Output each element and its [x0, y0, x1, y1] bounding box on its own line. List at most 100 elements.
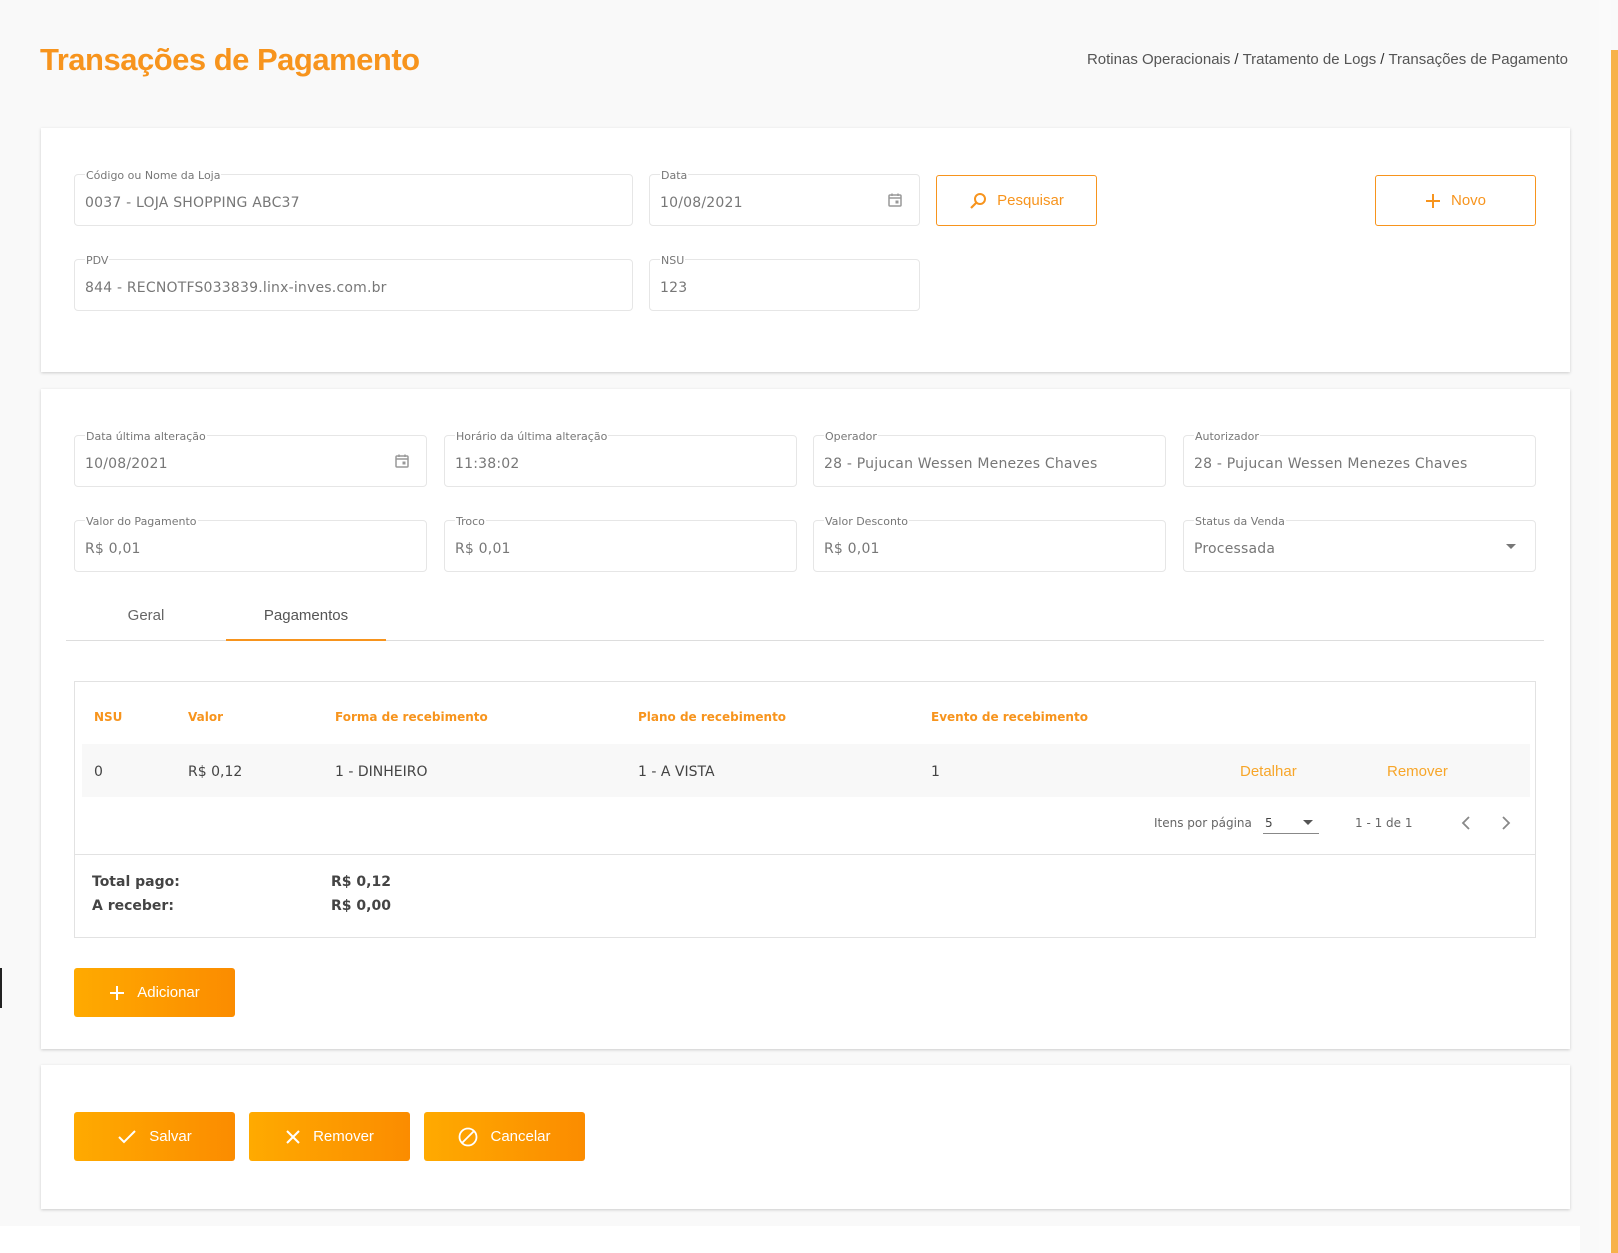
chevron-right-icon	[1502, 816, 1511, 830]
loja-label: Código ou Nome da Loja	[85, 169, 222, 182]
calendar-icon[interactable]	[394, 453, 410, 469]
valor-desconto-field[interactable]: Valor Desconto R$ 0,01	[813, 515, 1166, 572]
operador-field[interactable]: Operador 28 - Pujucan Wessen Menezes Cha…	[813, 430, 1166, 487]
cancel-icon	[459, 1127, 478, 1146]
salvar-label: Salvar	[149, 1128, 192, 1145]
left-edge-marker	[0, 968, 2, 1008]
pagamentos-table: NSU Valor Forma de recebimento Plano de …	[74, 681, 1536, 938]
pesquisar-button[interactable]: Pesquisar	[936, 175, 1097, 226]
tab-pagamentos[interactable]: Pagamentos	[226, 601, 386, 641]
table-row: 0 R$ 0,12 1 - DINHEIRO 1 - A VISTA 1 Det…	[82, 744, 1530, 797]
close-icon	[286, 1129, 300, 1144]
calendar-icon[interactable]	[887, 192, 903, 208]
items-per-page-label: Itens por página	[1154, 816, 1252, 830]
salvar-button[interactable]: Salvar	[74, 1112, 235, 1161]
breadcrumb-item-logs[interactable]: Tratamento de Logs	[1243, 51, 1377, 68]
operador-value: 28 - Pujucan Wessen Menezes Chaves	[824, 456, 1098, 472]
autorizador-value: 28 - Pujucan Wessen Menezes Chaves	[1194, 456, 1468, 472]
adicionar-button[interactable]: Adicionar	[74, 968, 235, 1017]
tab-geral[interactable]: Geral	[66, 601, 226, 641]
autorizador-field[interactable]: Autorizador 28 - Pujucan Wessen Menezes …	[1183, 430, 1536, 487]
cell-plano: 1 - A VISTA	[638, 764, 715, 780]
previous-page-button[interactable]	[1453, 810, 1479, 836]
cell-forma: 1 - DINHEIRO	[335, 764, 428, 780]
horario-alteracao-field[interactable]: Horário da última alteração 11:38:02	[444, 430, 797, 487]
tabs-bar: Geral Pagamentos	[66, 601, 1544, 641]
troco-field[interactable]: Troco R$ 0,01	[444, 515, 797, 572]
actions-card: Salvar Remover Cancelar	[41, 1065, 1570, 1209]
a-receber-label: A receber:	[92, 898, 174, 914]
nsu-field[interactable]: NSU 123	[649, 254, 920, 311]
nsu-value: 123	[660, 280, 688, 296]
valor-pagamento-field[interactable]: Valor do Pagamento R$ 0,01	[74, 515, 427, 572]
a-receber-value: R$ 0,00	[331, 898, 391, 914]
valor-desconto-label: Valor Desconto	[824, 515, 909, 528]
pdv-label: PDV	[85, 254, 110, 267]
data-alteracao-value: 10/08/2021	[85, 456, 168, 472]
cancelar-label: Cancelar	[490, 1128, 551, 1145]
chevron-down-icon	[1303, 820, 1313, 825]
chevron-left-icon	[1461, 816, 1470, 830]
autorizador-label: Autorizador	[1194, 430, 1260, 443]
pesquisar-label: Pesquisar	[997, 192, 1064, 209]
detalhar-link[interactable]: Detalhar	[1240, 763, 1297, 780]
novo-button[interactable]: Novo	[1375, 175, 1536, 226]
scrollbar-track[interactable]	[1599, 0, 1611, 1253]
pdv-value: 844 - RECNOTFS033839.linx-inves.com.br	[85, 280, 387, 296]
detail-card: Data última alteração 10/08/2021 Horário…	[41, 389, 1570, 1049]
horario-alteracao-label: Horário da última alteração	[455, 430, 609, 443]
page-footer-strip	[0, 1226, 1580, 1253]
pagination-range: 1 - 1 de 1	[1355, 816, 1413, 830]
nsu-label: NSU	[660, 254, 686, 267]
column-header-evento[interactable]: Evento de recebimento	[931, 710, 1088, 724]
data-value: 10/08/2021	[660, 195, 743, 211]
cancelar-button[interactable]: Cancelar	[424, 1112, 585, 1161]
cell-evento: 1	[931, 764, 940, 780]
data-field[interactable]: Data 10/08/2021	[649, 169, 920, 226]
remover-label: Remover	[313, 1128, 374, 1145]
items-per-page-value: 5	[1265, 816, 1273, 830]
data-label: Data	[660, 169, 689, 182]
items-per-page-select[interactable]: 5	[1263, 808, 1319, 834]
breadcrumb: Rotinas Operacionais / Tratamento de Logs /…	[1087, 51, 1568, 68]
data-alteracao-label: Data última alteração	[85, 430, 207, 443]
plus-icon	[110, 985, 125, 1000]
horario-alteracao-value: 11:38:02	[455, 456, 520, 472]
total-pago-label: Total pago:	[92, 874, 180, 890]
valor-desconto-value: R$ 0,01	[824, 541, 880, 557]
valor-pagamento-label: Valor do Pagamento	[85, 515, 198, 528]
status-venda-value: Processada	[1194, 541, 1276, 557]
operador-label: Operador	[824, 430, 878, 443]
totals-divider	[75, 854, 1535, 855]
troco-value: R$ 0,01	[455, 541, 511, 557]
loja-value: 0037 - LOJA SHOPPING ABC37	[85, 195, 300, 211]
status-venda-select[interactable]: Status da Venda Processada	[1183, 515, 1536, 572]
column-header-plano[interactable]: Plano de recebimento	[638, 710, 786, 724]
loja-field[interactable]: Código ou Nome da Loja 0037 - LOJA SHOPP…	[74, 169, 633, 226]
cell-nsu: 0	[94, 764, 103, 780]
status-venda-label: Status da Venda	[1194, 515, 1286, 528]
column-header-forma[interactable]: Forma de recebimento	[335, 710, 488, 724]
page-title: Transações de Pagamento	[40, 42, 420, 77]
search-card: Código ou Nome da Loja 0037 - LOJA SHOPP…	[41, 128, 1570, 372]
column-header-nsu[interactable]: NSU	[94, 710, 122, 724]
breadcrumb-item-rotinas[interactable]: Rotinas Operacionais	[1087, 51, 1230, 68]
novo-label: Novo	[1450, 192, 1487, 209]
next-page-button[interactable]	[1493, 810, 1519, 836]
data-alteracao-field[interactable]: Data última alteração 10/08/2021	[74, 430, 427, 487]
valor-pagamento-value: R$ 0,01	[85, 541, 141, 557]
chevron-down-icon	[1506, 544, 1516, 549]
breadcrumb-separator: /	[1380, 51, 1385, 68]
column-header-valor[interactable]: Valor	[188, 710, 223, 724]
troco-label: Troco	[455, 515, 486, 528]
search-icon	[970, 192, 987, 209]
breadcrumb-separator: /	[1234, 51, 1239, 68]
remover-row-link[interactable]: Remover	[1387, 763, 1448, 780]
adicionar-label: Adicionar	[137, 984, 200, 1001]
breadcrumb-item-current: Transações de Pagamento	[1388, 51, 1568, 68]
total-pago-value: R$ 0,12	[331, 874, 391, 890]
scrollbar-thumb[interactable]	[1611, 50, 1618, 1253]
check-icon	[118, 1129, 136, 1143]
remover-button[interactable]: Remover	[249, 1112, 410, 1161]
pdv-field[interactable]: PDV 844 - RECNOTFS033839.linx-inves.com.…	[74, 254, 633, 311]
